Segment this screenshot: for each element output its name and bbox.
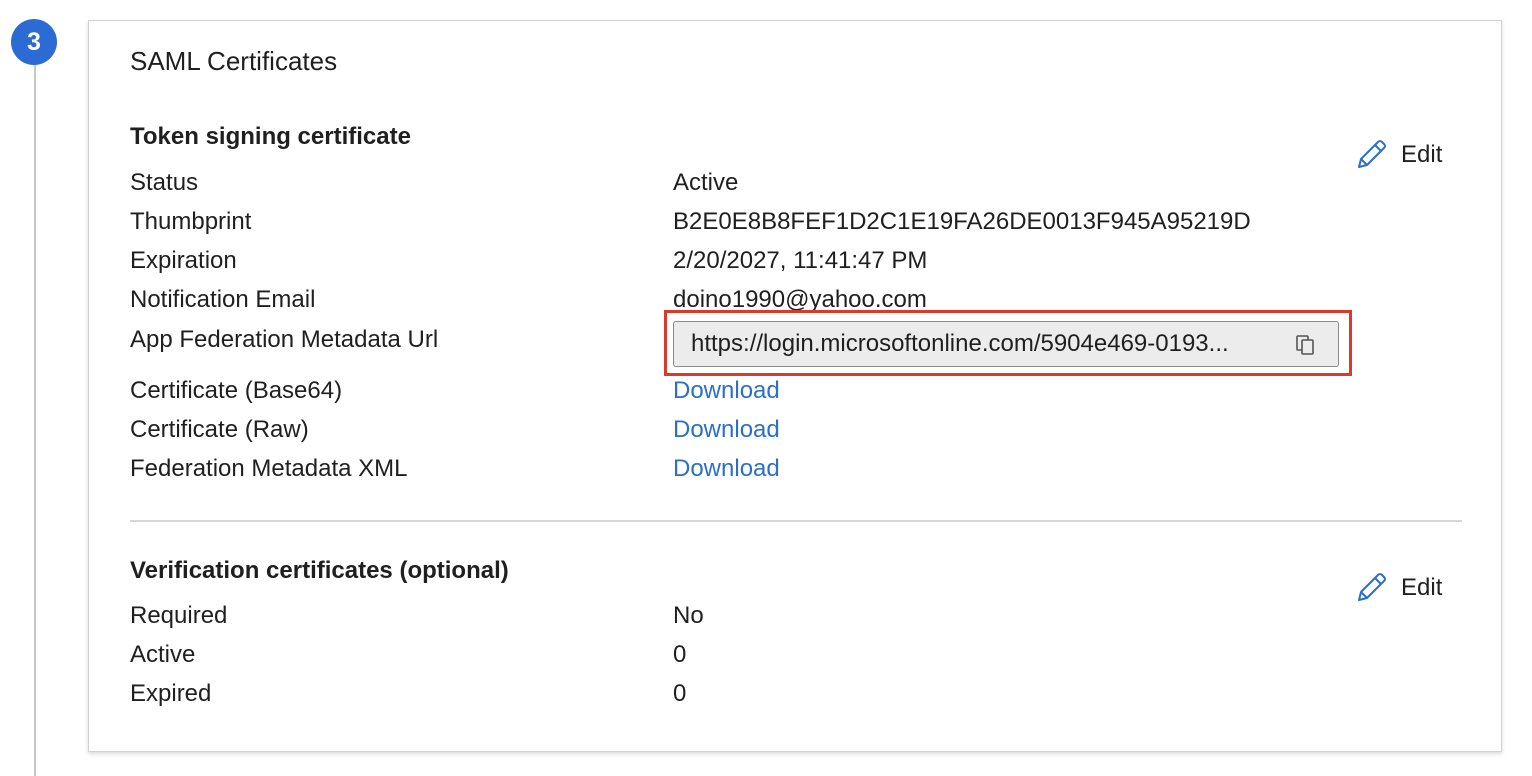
metadata-url-value[interactable]: https://login.microsoftonline.com/5904e4… — [691, 330, 1283, 358]
certificate-base64-download-link[interactable]: Download — [673, 377, 780, 405]
token-signing-edit-button[interactable]: Edit — [1353, 137, 1442, 173]
required-label: Required — [130, 602, 228, 629]
section-divider — [130, 520, 1462, 522]
copy-icon[interactable] — [1294, 334, 1316, 356]
metadata-url-field[interactable]: https://login.microsoftonline.com/5904e4… — [673, 321, 1339, 367]
active-value: 0 — [673, 641, 687, 668]
token-signing-title: Token signing certificate — [130, 123, 411, 150]
thumbprint-label: Thumbprint — [130, 208, 252, 235]
expiration-value: 2/20/2027, 11:41:47 PM — [673, 247, 928, 274]
certificate-raw-download-link[interactable]: Download — [673, 416, 780, 444]
notification-email-label: Notification Email — [130, 286, 316, 313]
saml-certificates-card: SAML Certificates Token signing certific… — [88, 20, 1502, 752]
required-value: No — [673, 602, 704, 629]
expired-value: 0 — [673, 680, 687, 707]
page: 3 SAML Certificates Token signing certif… — [0, 0, 1532, 776]
expiration-label: Expiration — [130, 247, 237, 274]
pencil-icon — [1358, 140, 1386, 168]
active-label: Active — [130, 641, 196, 668]
metadata-url-label: App Federation Metadata Url — [130, 326, 439, 353]
pencil-icon — [1358, 573, 1386, 601]
edit-label: Edit — [1401, 574, 1443, 601]
verification-edit-button[interactable]: Edit — [1353, 570, 1442, 606]
certificate-base64-label: Certificate (Base64) — [130, 377, 343, 404]
thumbprint-value: B2E0E8B8FEF1D2C1E19FA26DE0013F945A95219D — [673, 208, 1251, 235]
step-number-badge: 3 — [11, 19, 57, 65]
federation-metadata-xml-download-link[interactable]: Download — [673, 455, 780, 483]
verification-certificates-title: Verification certificates (optional) — [130, 557, 509, 584]
edit-label: Edit — [1401, 141, 1443, 168]
step-connector-line — [34, 60, 36, 776]
status-value: Active — [673, 169, 739, 196]
certificate-raw-label: Certificate (Raw) — [130, 416, 309, 443]
status-label: Status — [130, 169, 199, 196]
card-title: SAML Certificates — [130, 46, 338, 76]
expired-label: Expired — [130, 680, 212, 707]
federation-metadata-xml-label: Federation Metadata XML — [130, 455, 408, 482]
